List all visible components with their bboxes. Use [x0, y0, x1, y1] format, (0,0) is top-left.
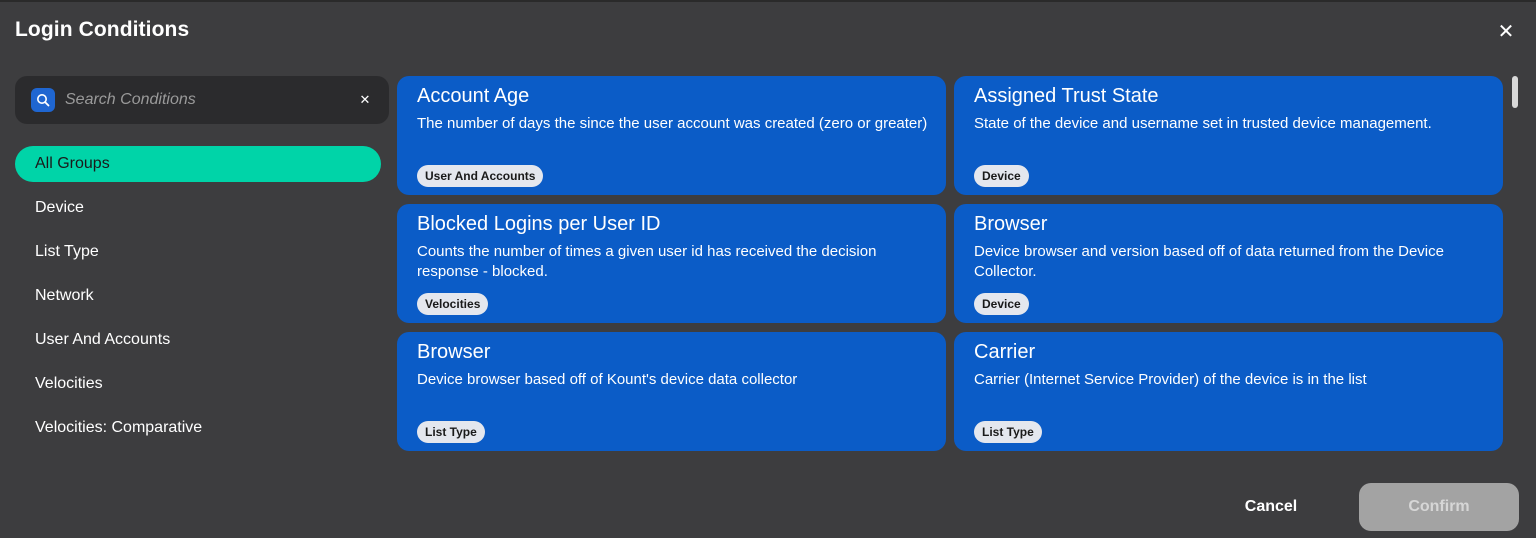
- card-tag: List Type: [417, 421, 485, 443]
- group-item-list-type[interactable]: List Type: [15, 234, 381, 270]
- search-box: ✕: [15, 76, 389, 124]
- card-title: Blocked Logins per User ID: [417, 213, 661, 235]
- close-button[interactable]: ✕: [1494, 20, 1518, 44]
- confirm-button[interactable]: Confirm: [1359, 483, 1519, 531]
- close-icon: ✕: [1497, 21, 1515, 43]
- search-icon: [31, 88, 55, 112]
- card-tag: Device: [974, 165, 1029, 187]
- card-description: Device browser based off of Kount's devi…: [417, 371, 798, 388]
- card-title: Account Age: [417, 85, 530, 107]
- group-item-label: Velocities: [35, 375, 103, 392]
- group-item-label: All Groups: [35, 155, 110, 172]
- group-item-label: Device: [35, 199, 84, 216]
- clear-search-button[interactable]: ✕: [357, 92, 373, 108]
- card-title: Browser: [974, 213, 1048, 235]
- group-item-label: User And Accounts: [35, 331, 171, 348]
- group-item-velocities-comparative[interactable]: Velocities: Comparative: [15, 410, 381, 446]
- condition-card-account-age[interactable]: Account Age The number of days the since…: [397, 76, 946, 195]
- login-conditions-dialog: Login Conditions ✕ ✕ All Groups Device L…: [0, 0, 1536, 538]
- dialog-title: Login Conditions: [15, 18, 190, 41]
- card-description: Carrier (Internet Service Provider) of t…: [974, 371, 1367, 388]
- group-item-velocities[interactable]: Velocities: [15, 366, 381, 402]
- group-item-label: Velocities: Comparative: [35, 419, 203, 436]
- cancel-button[interactable]: Cancel: [1224, 484, 1318, 530]
- condition-card-blocked-logins[interactable]: Blocked Logins per User ID Counts the nu…: [397, 204, 946, 323]
- group-item-user-and-accounts[interactable]: User And Accounts: [15, 322, 381, 358]
- card-description: State of the device and username set in …: [974, 115, 1432, 132]
- card-tag: Velocities: [417, 293, 489, 315]
- card-description: Device browser and version based off of …: [974, 243, 1444, 280]
- card-title: Assigned Trust State: [974, 85, 1159, 107]
- card-description: The number of days the since the user ac…: [417, 115, 928, 132]
- condition-card-browser-device[interactable]: Browser Device browser and version based…: [954, 204, 1503, 323]
- group-item-network[interactable]: Network: [15, 278, 381, 314]
- group-item-label: Network: [35, 287, 94, 304]
- conditions-list: Account Age The number of days the since…: [397, 76, 1503, 451]
- group-item-all-groups[interactable]: All Groups: [15, 146, 381, 182]
- card-title: Browser: [417, 341, 491, 363]
- group-list: All Groups Device List Type Network User…: [15, 146, 381, 454]
- search-input[interactable]: [65, 91, 357, 109]
- card-description: Counts the number of times a given user …: [417, 243, 877, 280]
- group-item-label: List Type: [35, 243, 99, 260]
- card-tag: List Type: [974, 421, 1042, 443]
- condition-card-assigned-trust-state[interactable]: Assigned Trust State State of the device…: [954, 76, 1503, 195]
- scrollbar-thumb[interactable]: [1512, 76, 1518, 108]
- condition-card-browser-list-type[interactable]: Browser Device browser based off of Koun…: [397, 332, 946, 451]
- card-tag: User And Accounts: [417, 165, 544, 187]
- group-item-device[interactable]: Device: [15, 190, 381, 226]
- condition-card-carrier[interactable]: Carrier Carrier (Internet Service Provid…: [954, 332, 1503, 451]
- card-tag: Device: [974, 293, 1029, 315]
- clear-icon: ✕: [359, 92, 371, 107]
- card-title: Carrier: [974, 341, 1036, 363]
- conditions-scrollbar[interactable]: [1508, 76, 1520, 451]
